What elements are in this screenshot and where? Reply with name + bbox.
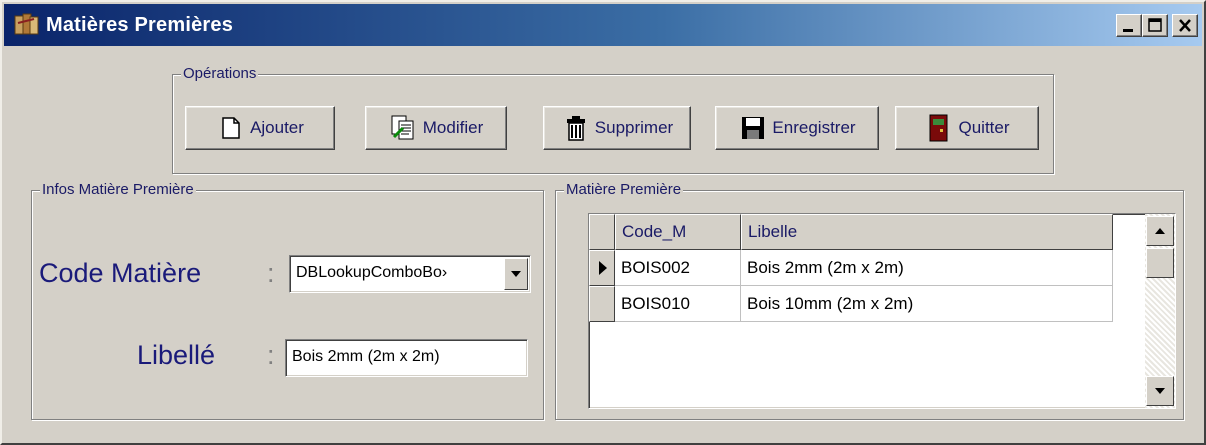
quitter-label: Quitter [958,118,1010,137]
trash-icon [561,113,591,143]
close-icon [1179,19,1191,32]
infos-group-label: Infos Matière Première [40,181,196,199]
arrow-down-icon [1155,388,1165,394]
grid-row-indicator[interactable] [589,250,615,286]
combobox-dropdown-button[interactable] [504,258,528,290]
ajouter-button[interactable]: Ajouter [185,106,335,150]
operations-group: Opérations Ajouter Modifier Supprimer En… [172,65,1054,174]
floppy-disk-icon [738,113,768,143]
current-row-arrow-icon [599,261,607,275]
code-matiere-colon: : [267,258,275,288]
libelle-input[interactable]: Bois 2mm (2m x 2m) [285,339,528,377]
grid-group: Matière Première Code_M Libelle BOIS002 … [555,181,1184,420]
supprimer-button[interactable]: Supprimer [543,106,691,150]
title-bar[interactable]: Matières Premières [4,4,1202,46]
window-title: Matières Premières [46,14,234,36]
data-grid[interactable]: Code_M Libelle BOIS002 Bois 2mm (2m x 2m… [588,213,1176,409]
libelle-input-value: Bois 2mm (2m x 2m) [292,348,440,365]
grid-cell-code[interactable]: BOIS010 [615,286,741,322]
minimize-button[interactable] [1116,14,1142,37]
quitter-button[interactable]: Quitter [895,106,1039,150]
operations-group-label: Opérations [181,65,259,83]
main-window: Matières Premières Opérations Ajouter Mo… [0,0,1206,445]
modifier-button[interactable]: Modifier [365,106,507,150]
ajouter-label: Ajouter [250,118,304,137]
maximize-button[interactable] [1142,14,1168,37]
chevron-down-icon [511,271,521,277]
grid-vertical-scrollbar[interactable] [1145,214,1175,408]
enregistrer-label: Enregistrer [772,118,856,137]
code-matiere-combobox[interactable]: DBLookupComboBo› [289,255,531,293]
grid-row-indicator[interactable] [589,286,615,322]
grid-cell-libelle[interactable]: Bois 2mm (2m x 2m) [741,250,1113,286]
close-button[interactable] [1172,14,1198,37]
grid-group-label: Matière Première [564,181,684,199]
grid-header-indicator [589,214,615,250]
grid-header-libelle[interactable]: Libelle [741,214,1113,250]
scroll-down-button[interactable] [1146,376,1174,406]
infos-group: Infos Matière Première Code Matière : DB… [31,181,544,420]
exit-door-icon [924,113,954,143]
maximize-icon [1148,18,1162,32]
grid-cell-code[interactable]: BOIS002 [615,250,741,286]
libelle-colon: : [267,340,275,370]
scroll-up-button[interactable] [1146,216,1174,246]
grid-cell-libelle[interactable]: Bois 10mm (2m x 2m) [741,286,1113,322]
libelle-label: Libellé [137,340,216,370]
new-document-icon [216,113,246,143]
arrow-up-icon [1155,228,1165,234]
grid-header-code[interactable]: Code_M [615,214,741,250]
edit-document-icon [389,113,419,143]
scroll-thumb[interactable] [1146,248,1174,278]
code-matiere-value: DBLookupComboBo› [296,264,448,281]
supprimer-label: Supprimer [594,118,674,137]
minimize-icon [1123,29,1133,32]
app-icon [14,13,40,37]
code-matiere-label: Code Matière [39,258,202,288]
enregistrer-button[interactable]: Enregistrer [715,106,879,150]
modifier-label: Modifier [422,118,484,137]
